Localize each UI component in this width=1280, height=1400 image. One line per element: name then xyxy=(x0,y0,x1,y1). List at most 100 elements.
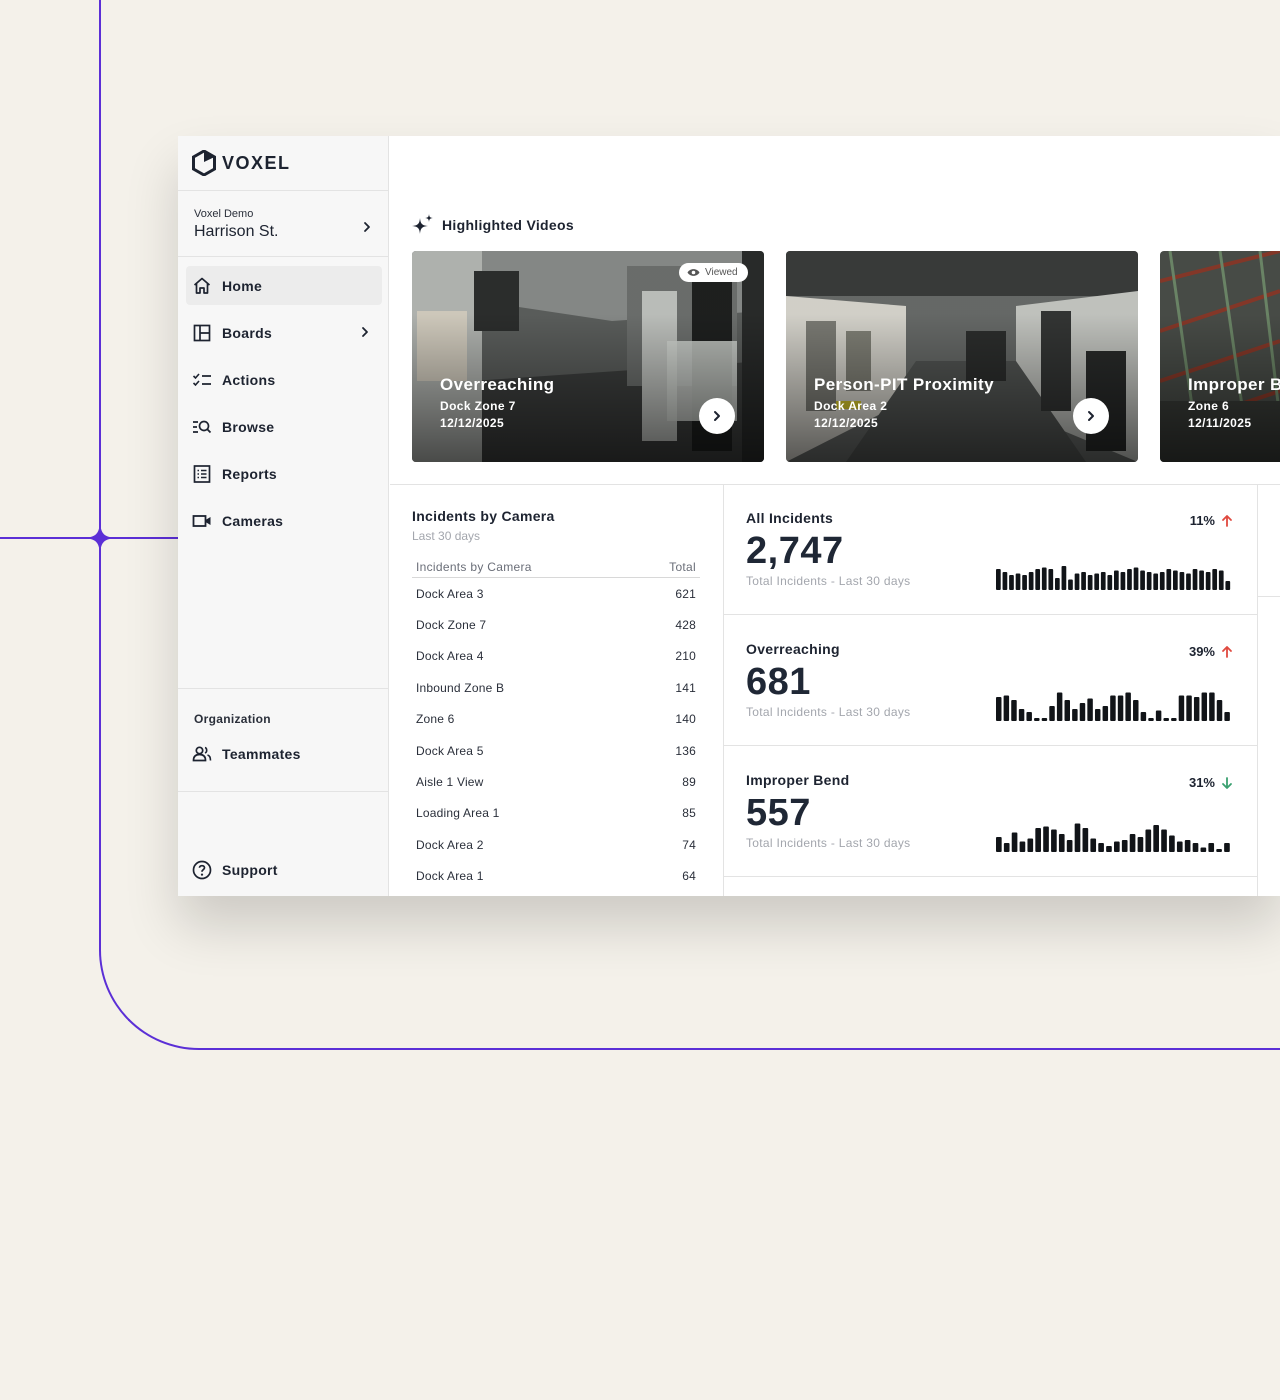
sparkline-bar xyxy=(1166,569,1172,590)
sparkline-bar xyxy=(1022,575,1027,590)
sidebar-item-teammates[interactable]: Teammates xyxy=(192,744,301,764)
table-row[interactable]: Zone 6 140 xyxy=(412,704,700,735)
sparkline-bar xyxy=(1121,840,1128,852)
camera-name: Aisle 1 View xyxy=(416,775,484,790)
sparkline-bar xyxy=(1027,838,1034,852)
sparkline-bar xyxy=(1064,700,1070,721)
sparkline-bar xyxy=(1140,712,1147,721)
sparkline-bar xyxy=(1200,847,1207,852)
eye-icon xyxy=(687,269,700,276)
incidents-table: Incidents by Camera Total Dock Area 3 621… xyxy=(412,560,700,892)
table-row[interactable]: Dock Area 3 621 xyxy=(412,578,700,609)
stat-card[interactable]: Overreaching 681 Total Incidents - Last 30… xyxy=(724,615,1257,746)
sidebar-item-label: Cameras xyxy=(222,512,284,529)
table-row[interactable]: Dock Area 2 74 xyxy=(412,829,700,860)
table-row[interactable]: Dock Area 4 210 xyxy=(412,641,700,672)
decor-line-vertical xyxy=(99,0,101,950)
open-video-button[interactable] xyxy=(1073,398,1109,434)
video-date: 12/12/2025 xyxy=(814,416,879,430)
video-card[interactable]: Improper B Zone 6 12/11/2025 xyxy=(1160,251,1280,462)
sparkline-bar xyxy=(1171,718,1177,721)
sparkline-bar xyxy=(1201,692,1208,721)
sidebar-item-browse[interactable]: Browse xyxy=(186,407,382,446)
sparkline-bar xyxy=(1140,570,1145,590)
sparkline-bar xyxy=(1026,712,1032,721)
panel-subtitle: Last 30 days xyxy=(412,529,481,543)
sparkline-bar xyxy=(1035,828,1041,852)
sidebar-item-boards[interactable]: Boards xyxy=(186,313,382,352)
video-card[interactable]: Person-PIT Proximity Dock Area 2 12/12/2… xyxy=(786,251,1138,462)
table-row[interactable]: Dock Zone 7 428 xyxy=(412,609,700,640)
stat-subtitle: Total Incidents - Last 30 days xyxy=(746,574,911,588)
camera-name: Dock Zone 7 xyxy=(416,618,487,633)
sparkline-bar xyxy=(1028,572,1034,590)
divider xyxy=(178,791,389,792)
sparkline-bar xyxy=(1068,579,1073,590)
main-content: Highlighted Videos Viewed Overreaching D… xyxy=(390,136,1280,896)
camera-total: 74 xyxy=(682,837,696,852)
sparkline-bar xyxy=(1186,573,1191,590)
viewed-label: Viewed xyxy=(705,267,738,278)
sparkline-bar xyxy=(1159,572,1165,590)
sparkline-bar xyxy=(1087,698,1093,721)
sparkline-bar xyxy=(1102,706,1109,721)
sparkline-bar xyxy=(1155,710,1162,721)
site-org: Voxel Demo xyxy=(194,208,254,220)
open-video-button[interactable] xyxy=(699,398,735,434)
sparkline-bar xyxy=(1153,573,1159,590)
sparkline-bar xyxy=(996,569,1001,590)
sparkline-bar xyxy=(1066,840,1073,852)
sidebar-item-cameras[interactable]: Cameras xyxy=(186,501,382,540)
table-row[interactable]: Aisle 1 View 89 xyxy=(412,766,700,797)
sparkline-bar xyxy=(1133,567,1139,590)
stat-card[interactable]: Improper Bend 557 Total Incidents - Last 3… xyxy=(724,746,1257,877)
sparkline-bar xyxy=(1212,569,1218,590)
next-column-edge xyxy=(1257,484,1280,896)
sparkline-bar xyxy=(1094,573,1100,590)
video-title: Overreaching xyxy=(440,375,555,394)
sparkline-bar xyxy=(1125,692,1131,721)
video-card[interactable]: Viewed Overreaching Dock Zone 7 12/12/20… xyxy=(412,251,764,462)
sparkline-bar xyxy=(1225,581,1231,590)
column-header-camera[interactable]: Incidents by Camera xyxy=(416,560,532,574)
sparkline-bar xyxy=(1176,841,1183,852)
camera-name: Dock Area 4 xyxy=(416,649,484,664)
sparkline-bar xyxy=(1193,697,1200,721)
sparkline-bar xyxy=(1015,573,1021,590)
sidebar-item-reports[interactable]: Reports xyxy=(186,454,382,493)
stat-cards: All Incidents 2,747 Total Incidents - Last… xyxy=(724,484,1257,877)
sidebar-item-actions[interactable]: Actions xyxy=(186,360,382,399)
stat-change: 39% xyxy=(1189,644,1233,659)
sparkline-bar xyxy=(1074,823,1081,852)
sparkline-bar xyxy=(1184,840,1191,852)
decor-line-bottom xyxy=(290,1048,1280,1050)
sparkline-bar xyxy=(1048,569,1054,590)
sparkline-bar xyxy=(1061,566,1067,590)
camera-name: Dock Area 2 xyxy=(416,837,484,852)
sidebar-item-home[interactable]: Home xyxy=(186,266,382,305)
sidebar-item-support[interactable]: Support xyxy=(192,860,278,880)
brand-logo[interactable]: VOXEL xyxy=(192,150,291,176)
sparkline-bar xyxy=(1127,569,1132,590)
sparkline-bar xyxy=(1019,841,1026,852)
table-row[interactable]: Inbound Zone B 141 xyxy=(412,672,700,703)
site-selector[interactable]: Voxel Demo Harrison St. xyxy=(194,208,374,241)
panel-title: Incidents by Camera xyxy=(412,508,555,524)
stat-card[interactable]: All Incidents 2,747 Total Incidents - Last… xyxy=(724,484,1257,615)
table-row[interactable]: Loading Area 1 85 xyxy=(412,798,700,829)
table-row[interactable]: Dock Area 5 136 xyxy=(412,735,700,766)
table-row[interactable]: Dock Area 1 64 xyxy=(412,861,700,892)
sparkline-bar xyxy=(1074,573,1080,590)
column-header-total[interactable]: Total xyxy=(669,560,696,574)
camera-name: Inbound Zone B xyxy=(416,680,505,695)
sidebar-nav: Home Boards Actions Browse Reports Camer… xyxy=(186,266,382,548)
sidebar-item-label: Support xyxy=(222,862,278,878)
sparkline-bar xyxy=(1133,700,1139,721)
sparkline-bar xyxy=(996,697,1002,721)
sparkline-bar xyxy=(1079,703,1086,721)
checklist-icon xyxy=(192,370,212,390)
sparkle-icon xyxy=(412,214,433,234)
sidebar-item-label: Teammates xyxy=(222,746,301,762)
sparkline-bar xyxy=(1178,695,1185,721)
people-icon xyxy=(192,744,212,764)
